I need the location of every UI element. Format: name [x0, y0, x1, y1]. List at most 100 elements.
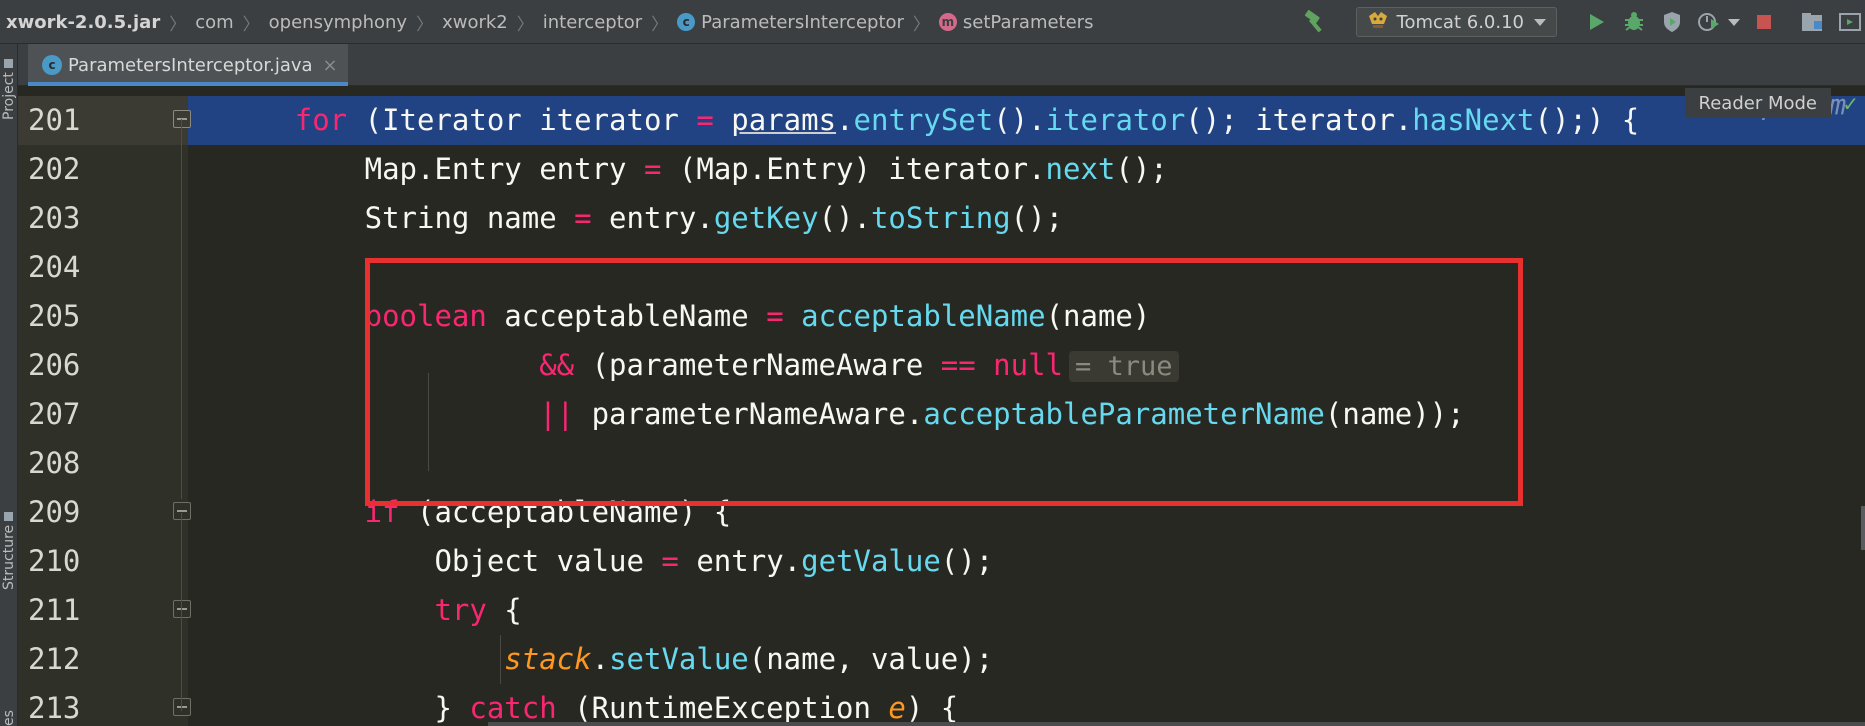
- profile-icon[interactable]: [1695, 7, 1725, 37]
- breadcrumb-separator-icon: 〉: [169, 14, 187, 35]
- line-number: 204: [28, 250, 81, 284]
- code-token: entry.: [678, 544, 802, 578]
- line-number: 213: [28, 691, 81, 725]
- horizontal-scrollbar[interactable]: [488, 722, 1865, 726]
- toolbar: Tomcat 6.0.10: [1292, 0, 1865, 44]
- breadcrumb-separator-icon: 〉: [912, 14, 930, 35]
- code-token: ();: [1010, 201, 1064, 235]
- code-token: ().: [993, 103, 1046, 137]
- code-line: 210 Object value = entry.getValue();: [18, 537, 1865, 586]
- breadcrumb-jar[interactable]: xwork-2.0.5.jar: [6, 12, 160, 33]
- coverage-icon[interactable]: [1657, 7, 1687, 37]
- run-configuration-selector[interactable]: Tomcat 6.0.10: [1355, 7, 1557, 37]
- code-token: params: [731, 103, 837, 137]
- layout-icon[interactable]: [1835, 7, 1865, 37]
- structure-tool-button[interactable]: Structure: [0, 490, 18, 590]
- line-number: 207: [28, 397, 81, 431]
- code-token: (Map.Entry) iterator.: [661, 152, 1046, 186]
- build-hammer-icon[interactable]: [1300, 7, 1330, 37]
- code-line: 212 stack.setValue(name, value);: [18, 635, 1865, 684]
- code-token: String name: [364, 201, 575, 235]
- fold-icon[interactable]: [173, 502, 191, 520]
- code-token: Object value: [434, 544, 662, 578]
- line-gutter: 201: [18, 96, 191, 145]
- operator: =: [643, 152, 662, 186]
- code-token: {: [486, 593, 522, 627]
- method-call: iterator: [1045, 103, 1186, 137]
- breadcrumb-separator-icon: 〉: [242, 14, 260, 35]
- line-gutter: 212: [18, 635, 188, 684]
- method-call: getKey: [713, 201, 819, 235]
- breadcrumb-label: opensymphony: [268, 11, 408, 33]
- line-gutter: 203: [18, 194, 188, 243]
- run-menu-chevron-icon[interactable]: [1727, 7, 1741, 37]
- close-icon[interactable]: ×: [323, 55, 338, 76]
- field-reference: stack: [504, 642, 592, 676]
- code-token: entry.: [591, 201, 714, 235]
- project-tool-button[interactable]: Project: [0, 50, 18, 120]
- code-line: 213 } catch (RuntimeException e) {: [18, 684, 1865, 726]
- code-token: ().: [818, 201, 871, 235]
- line-number: 201: [28, 103, 81, 137]
- breadcrumb-label: setParameters: [962, 11, 1094, 33]
- run-icon[interactable]: [1581, 7, 1611, 37]
- method-call: setValue: [609, 642, 749, 676]
- code-token: (name, value);: [748, 642, 994, 676]
- code-line: 203 String name = entry.getKey().toStrin…: [18, 194, 1865, 243]
- code-token: (Iterator iterator: [347, 103, 697, 137]
- breadcrumb-method[interactable]: m setParameters: [938, 11, 1094, 33]
- fold-guide: [181, 611, 182, 711]
- line-number: 208: [28, 446, 81, 480]
- code-line: 202 Map.Entry entry = (Map.Entry) iterat…: [18, 145, 1865, 194]
- breadcrumb-package-xwork2[interactable]: xwork2: [442, 12, 508, 33]
- method-call: hasNext: [1412, 103, 1535, 137]
- breadcrumb-package-interceptor[interactable]: interceptor: [543, 12, 642, 33]
- operator: =: [661, 544, 679, 578]
- breadcrumb-class[interactable]: c ParametersInterceptor: [677, 12, 904, 33]
- breadcrumb-package-com[interactable]: com: [195, 12, 233, 33]
- tab-label: ParametersInterceptor.java: [68, 54, 313, 76]
- operator: =: [696, 103, 714, 137]
- inspection-ok-icon[interactable]: ✓: [1842, 92, 1859, 116]
- fold-guide: [181, 513, 182, 613]
- run-configuration-label: Tomcat 6.0.10: [1396, 11, 1524, 33]
- stop-icon[interactable]: [1749, 7, 1779, 37]
- fold-icon[interactable]: [173, 110, 191, 128]
- breadcrumb-label: xwork2: [442, 11, 508, 33]
- partial-tool-button[interactable]: es: [0, 704, 18, 726]
- tab-parameters-interceptor[interactable]: c ParametersInterceptor.java ×: [28, 44, 348, 86]
- method-call: getValue: [801, 544, 941, 578]
- breadcrumb-label: ParametersInterceptor: [701, 11, 904, 33]
- fold-icon[interactable]: [173, 698, 191, 716]
- reader-mode-button[interactable]: Reader Mode: [1684, 88, 1831, 118]
- line-gutter: 206: [18, 341, 188, 390]
- line-number: 209: [28, 495, 81, 529]
- code-token: ();: [940, 544, 994, 578]
- breadcrumb-package-opensymphony[interactable]: opensymphony: [269, 12, 407, 33]
- fold-icon[interactable]: [173, 600, 191, 618]
- breadcrumb-label: interceptor: [542, 11, 643, 33]
- scrollbar-marker[interactable]: [1861, 506, 1865, 550]
- line-gutter: 210: [18, 537, 188, 586]
- code-token: ) {: [905, 691, 959, 725]
- tomcat-icon: [1367, 10, 1389, 35]
- keyword: try: [434, 593, 487, 627]
- keyword: for: [294, 103, 348, 137]
- method-call: entrySet: [853, 103, 994, 137]
- editor-tab-bar: c ParametersInterceptor.java ×: [18, 44, 1865, 86]
- line-gutter: 213: [18, 684, 191, 726]
- debug-icon[interactable]: [1619, 7, 1649, 37]
- keyword: catch: [469, 691, 557, 725]
- code-line: 201 for (Iterator iterator = params.entr…: [18, 96, 1865, 145]
- reader-mode-label: Reader Mode: [1698, 92, 1817, 114]
- code-text: try {: [190, 586, 522, 635]
- project-structure-icon[interactable]: [1797, 7, 1827, 37]
- code-token: (RuntimeException: [556, 691, 889, 725]
- line-number: 205: [28, 299, 81, 333]
- code-text: } catch (RuntimeException e) {: [190, 684, 958, 726]
- navigation-bar: xwork-2.0.5.jar 〉 com 〉 opensymphony 〉 x…: [0, 0, 1865, 44]
- breadcrumb-label: xwork-2.0.5.jar: [6, 11, 161, 33]
- code-token: .: [836, 103, 854, 137]
- code-text: stack.setValue(name, value);: [190, 635, 993, 684]
